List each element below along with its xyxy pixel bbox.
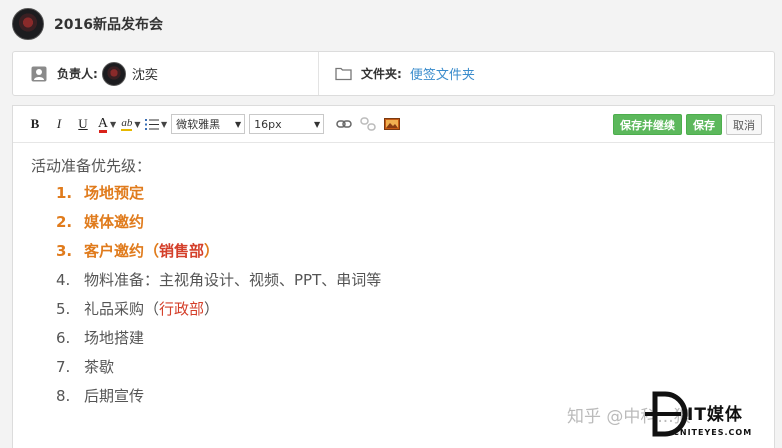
image-button[interactable] [382,114,402,134]
unlink-button[interactable] [358,114,378,134]
watermark-sub: CNITEYES.COM [673,428,753,437]
editor-content[interactable]: 活动准备优先级： 1. 场地预定 2. 媒体邀约 3. 客户邀约（ 销售部） 4. 物料准… [13,143,774,411]
font-size-select[interactable]: 16px ▼ [249,114,325,134]
ordered-list-icon [145,118,159,130]
editor-toolbar: B I U A ▼ ab ▼ ▼ 微软雅黑 ▼ 16px ▼ 保存并继续 保存 … [13,106,774,143]
highlight-icon: ab [121,117,133,131]
list-item: 5. 礼品采购（ 行政部） [31,295,774,324]
list-item: 3. 客户邀约（ 销售部） [31,237,774,266]
intro-text: 活动准备优先级： [31,157,152,175]
folder-section: 文件夹: 便签文件夹 [319,52,475,95]
owner-name[interactable]: 沈奕 [132,64,158,83]
list-item: 2. 媒体邀约 [56,213,145,231]
watermark-brand: IT媒体 [687,405,743,425]
font-family-select[interactable]: 微软雅黑 ▼ [171,114,246,134]
save-button[interactable]: 保存 [686,114,722,135]
italic-button[interactable]: I [49,114,69,134]
page-title: 2016新品发布会 [54,17,163,33]
font-color-button[interactable]: A ▼ [97,114,117,134]
owner-section: 负责人: 沈奕 [13,52,319,95]
bold-button[interactable]: B [25,114,45,134]
list-item: 6. 场地搭建 [56,329,145,347]
unlink-icon [360,117,376,131]
info-bar: 负责人: 沈奕 文件夹: 便签文件夹 [12,51,775,96]
user-icon [31,66,47,82]
folder-icon [335,66,352,82]
image-icon [384,118,401,130]
list-item: 7. 茶歇 [56,358,115,376]
underline-button[interactable]: U [73,114,93,134]
chevron-down-icon: ▼ [134,119,141,129]
action-buttons: 保存并继续 保存 取消 [609,114,762,135]
page-header: 2016新品发布会 [0,0,782,48]
department-tag: 销售部 [159,242,205,260]
font-color-icon: A [97,116,108,133]
link-button[interactable] [334,114,354,134]
priority-list: 1. 场地预定 2. 媒体邀约 3. 客户邀约（ 销售部） 4. 物料准备：主视角设计、视… [31,179,774,411]
list-item: 1. 场地预定 [56,184,145,202]
chevron-down-icon: ▼ [109,119,117,129]
avatar[interactable] [12,8,44,40]
chevron-down-icon: ▼ [314,119,321,129]
ordered-list-button[interactable]: ▼ [145,114,167,134]
highlight-button[interactable]: ab ▼ [121,114,141,134]
chevron-down-icon: ▼ [235,119,242,129]
folder-label: 文件夹: [361,67,402,81]
chevron-down-icon: ▼ [161,119,168,129]
link-icon [336,120,352,128]
save-continue-button[interactable]: 保存并继续 [613,114,682,135]
folder-link[interactable]: 便签文件夹 [410,64,475,83]
watermark: 知乎 @中科...狼 IT媒体 CNITEYES.COM [567,388,782,440]
list-item: 4. 物料准备：主视角设计、视频、PPT、串词等 [56,271,382,289]
department-tag: 行政部 [159,300,205,318]
owner-label: 负责人: [57,67,98,81]
owner-avatar[interactable] [101,61,126,86]
cancel-button[interactable]: 取消 [726,114,762,135]
